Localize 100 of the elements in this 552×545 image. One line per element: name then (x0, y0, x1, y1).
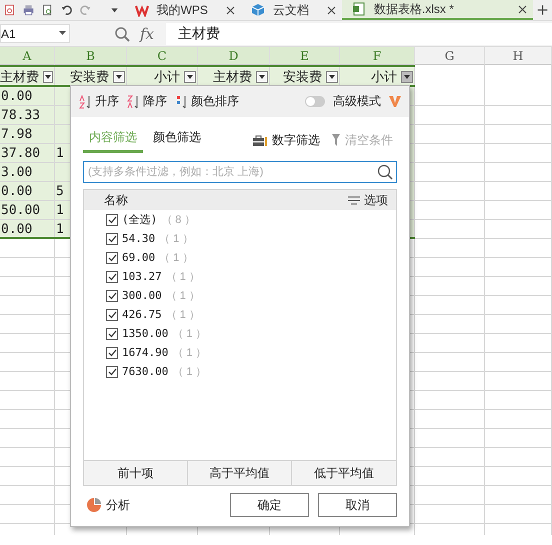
value-count: （ 1 ） (172, 365, 207, 379)
filter-dropdown[interactable] (256, 71, 268, 83)
undo-icon[interactable] (61, 3, 72, 17)
table-cell: 7.98 (1, 127, 32, 142)
pie-chart-icon (87, 498, 101, 512)
toolbox-icon (253, 134, 269, 146)
table-cell: 3.00 (1, 165, 32, 180)
column-header[interactable]: G (415, 47, 485, 65)
value-count: （ 1 ） (159, 251, 194, 265)
search-field[interactable]: (支持多条件过滤，例如：北京 上海) (83, 161, 397, 183)
checkbox[interactable] (106, 232, 118, 244)
close-icon[interactable] (226, 6, 235, 14)
table-cell: 安装费 (70, 68, 109, 86)
formula-field[interactable]: 主材费 (166, 22, 552, 44)
dialog-button[interactable]: 确定 (230, 493, 309, 517)
value-label: (全选) (122, 212, 158, 227)
search-icon[interactable] (377, 164, 393, 180)
list-header: 名称 (104, 192, 128, 208)
table-cell: 主材费 (0, 68, 39, 86)
checkbox[interactable] (106, 214, 118, 226)
table-cell: 主材费 (213, 68, 252, 86)
w-logo-icon (134, 3, 149, 17)
column-header[interactable]: D (198, 47, 270, 65)
table-cell: 1 (56, 222, 64, 237)
caret-icon (116, 75, 122, 79)
value-count: （ 1 ） (166, 289, 200, 303)
caret-icon (59, 31, 66, 36)
column-header[interactable]: E (270, 47, 340, 65)
checkbox[interactable] (106, 270, 118, 282)
value-count: （ 1 ） (166, 270, 200, 284)
value-label: 54.30 (122, 232, 156, 245)
column-header[interactable]: A (0, 47, 55, 65)
value-label: 1674.90 (122, 346, 168, 359)
table-cell: 1 (56, 203, 64, 218)
table-cell: 37.80 (1, 146, 40, 161)
checkbox[interactable] (106, 346, 118, 358)
v-logo-icon (389, 96, 401, 107)
table-cell: 5 (56, 184, 64, 199)
table-cell: 78.33 (1, 108, 40, 123)
caret-icon (45, 75, 51, 79)
value-label: 300.00 (122, 289, 162, 302)
column-header[interactable]: H (485, 47, 552, 65)
caret-icon (259, 75, 265, 79)
column-header[interactable]: B (55, 47, 127, 65)
caret-icon (404, 75, 410, 79)
filter-dropdown[interactable] (184, 71, 196, 83)
value-count: （ 8 ） (161, 213, 196, 227)
add-tab-icon[interactable] (536, 3, 548, 17)
close-icon[interactable] (326, 6, 336, 14)
sort-button[interactable]: 降序 (127, 93, 167, 110)
spreadsheet-icon (352, 2, 366, 16)
value-label: 426.75 (122, 308, 162, 321)
column-header[interactable]: C (127, 47, 198, 65)
filter-tab[interactable]: 颜色筛选 (147, 125, 207, 153)
sort-button[interactable]: 升序 (79, 93, 119, 110)
sort-button[interactable]: 颜色排序 (175, 93, 239, 110)
print-icon[interactable] (23, 3, 34, 17)
table-cell: 0.00 (1, 222, 32, 237)
value-label: 7630.00 (122, 365, 168, 378)
checkbox[interactable] (106, 290, 118, 302)
value-label: 103.27 (122, 270, 162, 283)
caret-icon (187, 75, 193, 79)
value-count: （ 1 ） (159, 232, 194, 246)
dialog-button[interactable]: 取消 (318, 493, 397, 517)
table-cell: 小计 (371, 68, 397, 86)
document-icon[interactable] (4, 3, 16, 17)
value-count: （ 1 ） (172, 346, 207, 360)
search-icon[interactable] (114, 26, 130, 42)
filter-dropdown[interactable] (401, 71, 413, 83)
table-cell: 50.00 (1, 203, 40, 218)
value-count: （ 1 ） (166, 308, 200, 322)
checkbox[interactable] (106, 252, 118, 264)
options-button[interactable]: 选项 (348, 192, 388, 208)
table-cell: 0.00 (1, 89, 32, 104)
cube-icon (250, 3, 265, 17)
document-tab[interactable]: 数据表格.xlsx * (342, 0, 533, 20)
checkbox[interactable] (106, 366, 118, 378)
caret-icon (329, 75, 335, 79)
number-filter-button[interactable]: 数字筛选 (249, 128, 324, 153)
table-cell: 小计 (154, 68, 180, 86)
value-label: 1350.00 (122, 327, 168, 340)
filter-dropdown[interactable] (43, 71, 53, 83)
checkbox[interactable] (106, 308, 118, 320)
function-label[interactable]: fx (140, 24, 154, 42)
table-cell: 0.00 (1, 184, 32, 199)
filter-dropdown[interactable] (326, 71, 338, 83)
checkbox[interactable] (106, 328, 118, 340)
table-cell: 安装费 (283, 68, 322, 86)
print-preview-icon[interactable] (42, 3, 54, 17)
lines-icon (348, 196, 360, 204)
column-header[interactable]: F (340, 47, 415, 65)
value-label: 69.00 (122, 251, 156, 264)
filter-dropdown[interactable] (113, 71, 125, 83)
name-box[interactable]: A1 (0, 24, 70, 43)
toggle-switch[interactable] (305, 96, 325, 107)
value-count: （ 1 ） (172, 327, 207, 341)
analysis-button[interactable]: 分析 (87, 496, 130, 514)
table-cell: 1 (56, 146, 64, 161)
close-icon[interactable] (518, 4, 527, 14)
advanced-mode-label: 高级模式 (333, 93, 381, 110)
